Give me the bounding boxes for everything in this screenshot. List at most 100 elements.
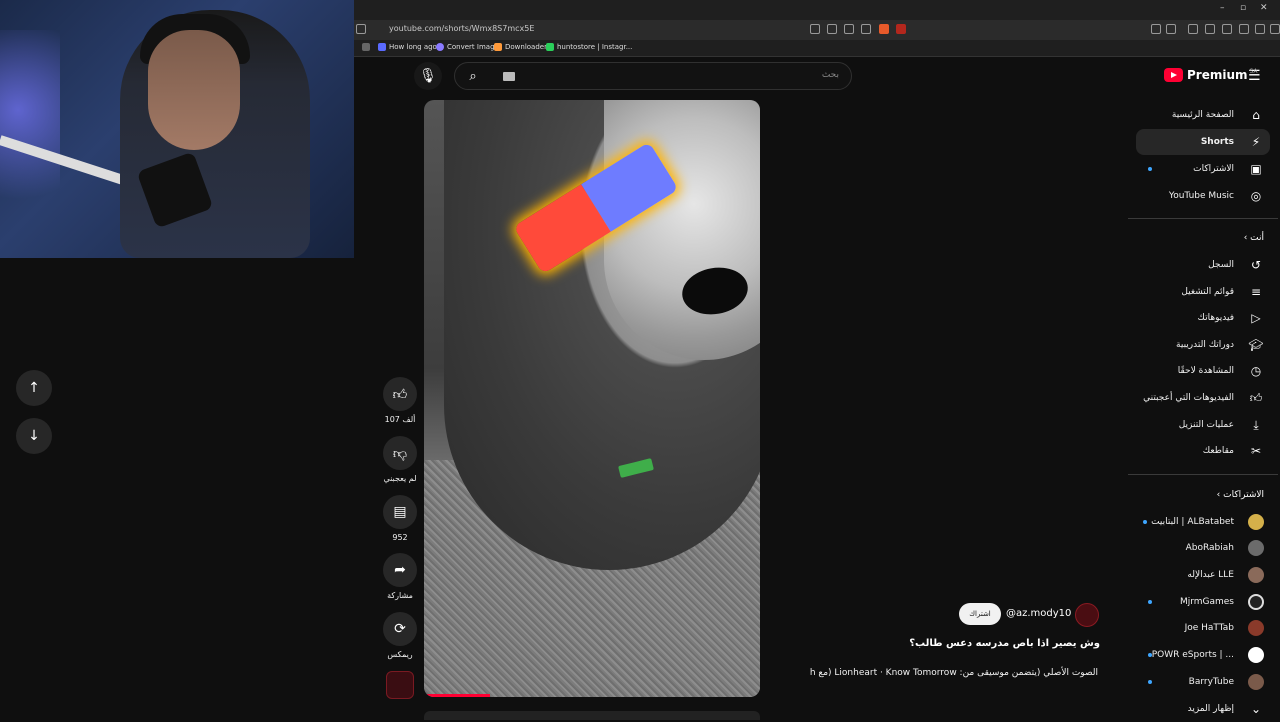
maximize-icon[interactable]: ▫ <box>1240 3 1246 13</box>
vpn-icon[interactable] <box>1255 24 1265 34</box>
video-title: وش يصير اذا باص مدرسه دعس طالب؟ <box>909 638 1100 649</box>
sidebar-item-liked-videos[interactable]: الفيديوهات التي أعجبتني 👍︎ <box>1136 385 1270 411</box>
avatar <box>1248 647 1264 663</box>
sidebar-sub-aborabiah[interactable]: AboRabiah <box>1136 535 1270 561</box>
thumbs-down-icon[interactable]: 👎︎ <box>383 436 417 470</box>
music-icon: ◎ <box>1250 189 1262 203</box>
download-icon: ⤓ <box>1253 417 1259 432</box>
sidebar-panel-icon[interactable] <box>1205 24 1215 34</box>
bookmark-how-long-ago[interactable]: How long ago <box>378 43 437 51</box>
remix-action[interactable]: ⟳ ريمكس <box>383 612 417 659</box>
music-credit[interactable]: الصوت الأصلي (يتضمن موسيقى من: Lionheart… <box>810 668 1098 678</box>
video-progress-bar[interactable] <box>424 694 490 697</box>
minimize-icon[interactable]: – <box>1220 3 1225 13</box>
subscriptions-icon: ▣ <box>1250 162 1262 176</box>
channel-handle[interactable]: @az.mody10 <box>1006 608 1071 619</box>
sidebar-item-home[interactable]: الصفحة الرئيسية ⌂ <box>1136 102 1270 128</box>
avatar <box>1248 514 1264 530</box>
sidebar-item-playlists[interactable]: قوائم التشغيل ≡ <box>1136 279 1270 305</box>
short-video-player[interactable] <box>424 100 760 697</box>
share-action[interactable]: ➦ مشاركة <box>383 553 417 600</box>
watch-later-icon: ◷ <box>1250 364 1262 378</box>
screenshot-icon[interactable] <box>1166 24 1176 34</box>
courses-icon: 🎓︎ <box>1248 338 1264 352</box>
sound-thumbnail[interactable] <box>386 671 414 699</box>
sidebar-item-shorts[interactable]: Shorts ⚡ <box>1136 129 1270 155</box>
youtube-logo-icon <box>1164 68 1183 82</box>
share-icon[interactable]: ➦ <box>383 553 417 587</box>
bookmark-downloader[interactable]: Downloader <box>494 43 547 51</box>
search-input[interactable]: ⌕ بحث <box>454 62 852 90</box>
sidebar-you-header[interactable]: ‹ أنت <box>1244 233 1264 243</box>
bookmark-icon[interactable] <box>1222 24 1232 34</box>
history-icon: ↺ <box>1250 258 1262 272</box>
sidebar-item-courses[interactable]: دوراتك التدريبية 🎓︎ <box>1136 332 1270 358</box>
comment-count: 952 <box>392 533 408 542</box>
next-short-button[interactable]: ↓ <box>16 418 52 454</box>
sidebar-item-your-videos[interactable]: فيديوهاتك ▷ <box>1136 305 1270 331</box>
sidebar-item-clips[interactable]: مقاطعك ✂ <box>1136 438 1270 464</box>
media-icon[interactable] <box>1188 24 1198 34</box>
dislike-action[interactable]: 👎︎ لم يعجبني <box>383 436 417 483</box>
close-icon[interactable]: ✕ <box>1260 3 1268 13</box>
url-text[interactable]: youtube.com/shorts/Wmx8S7mcx5E <box>389 24 534 33</box>
share-label: مشاركة <box>387 591 413 600</box>
zoom-icon[interactable] <box>844 24 854 34</box>
previous-short-button[interactable]: ↑ <box>16 370 52 406</box>
channel-avatar[interactable] <box>1075 603 1099 627</box>
webcam-overlay <box>0 0 354 258</box>
extension-icon[interactable] <box>1151 24 1161 34</box>
avatar <box>1248 594 1264 610</box>
bookmark-huntostore[interactable]: huntostore | Instagr... <box>546 43 632 51</box>
thumbs-up-icon[interactable]: 👍︎ <box>383 377 417 411</box>
remix-label: ريمكس <box>387 650 413 659</box>
dislike-label: لم يعجبني <box>383 474 417 483</box>
subscribe-button[interactable]: اشتراك <box>959 603 1001 625</box>
brave-shield-icon[interactable] <box>879 24 889 34</box>
sidebar-show-more[interactable]: إظهار المزيد ⌄ <box>1136 696 1270 722</box>
screen-icon[interactable] <box>810 24 820 34</box>
sidebar-item-history[interactable]: السجل ↺ <box>1136 252 1270 278</box>
your-videos-icon: ▷ <box>1251 311 1261 325</box>
sidebar-item-youtube-music[interactable]: YouTube Music ◎ <box>1136 183 1270 209</box>
like-action[interactable]: 👍︎ 107 ألف <box>383 377 417 424</box>
keyboard-icon[interactable] <box>503 72 515 81</box>
sidebar-item-downloads[interactable]: عمليات التنزيل ⤓ <box>1136 412 1270 438</box>
avatar <box>1248 540 1264 556</box>
voice-search-icon[interactable]: 🎙 <box>414 62 442 90</box>
sidebar-sub-lle[interactable]: عبدالإله LLE <box>1136 562 1270 588</box>
browser-titlebar: – ▫ ✕ <box>354 0 1280 20</box>
youtube-premium-logo[interactable]: Premium SA <box>1164 68 1258 82</box>
comment-icon[interactable]: ▤ <box>383 495 417 529</box>
avatar <box>1248 674 1264 690</box>
avatar <box>1248 620 1264 636</box>
sidebar-sub-barrytube[interactable]: BarryTube <box>1136 669 1270 695</box>
sidebar-toggle-icon[interactable] <box>356 24 366 34</box>
bookmark-tabs-icon[interactable] <box>362 43 370 51</box>
shorts-icon: ⚡ <box>1251 135 1261 149</box>
remix-icon[interactable]: ⟳ <box>383 612 417 646</box>
sidebar-item-subscriptions[interactable]: الاشتراكات ▣ <box>1136 156 1270 182</box>
share-page-icon[interactable] <box>861 24 871 34</box>
bookmark-convert-image[interactable]: Convert Image <box>436 43 499 51</box>
extensions-icon[interactable] <box>1239 24 1249 34</box>
sidebar-sub-powr-esports[interactable]: POWR eSports | ... <box>1136 642 1270 668</box>
avatar <box>1248 567 1264 583</box>
sidebar-sub-albatabet[interactable]: البتابيت | ALBatabet <box>1136 509 1270 535</box>
sidebar-item-watch-later[interactable]: المشاهدة لاحقًا ◷ <box>1136 358 1270 384</box>
translate-icon[interactable] <box>827 24 837 34</box>
address-bar[interactable]: youtube.com/shorts/Wmx8S7mcx5E <box>354 20 1280 40</box>
comments-action[interactable]: ▤ 952 <box>383 495 417 542</box>
sidebar-sub-mjrmgames[interactable]: MjrmGames <box>1136 589 1270 615</box>
home-icon: ⌂ <box>1252 108 1260 122</box>
bookmarks-bar: How long ago Convert Image Downloader hu… <box>354 40 1280 57</box>
playlists-icon: ≡ <box>1250 285 1262 299</box>
search-icon[interactable]: ⌕ <box>459 62 487 90</box>
like-count: 107 ألف <box>384 415 416 424</box>
sidebar-sub-joe-hattab[interactable]: Joe HaTTab <box>1136 615 1270 641</box>
menu-icon[interactable] <box>1270 24 1280 34</box>
next-video-preview <box>424 711 760 720</box>
liked-icon: 👍︎ <box>1249 390 1263 405</box>
rewards-icon[interactable] <box>896 24 906 34</box>
sidebar-subscriptions-header[interactable]: ‹ الاشتراكات <box>1217 490 1264 500</box>
